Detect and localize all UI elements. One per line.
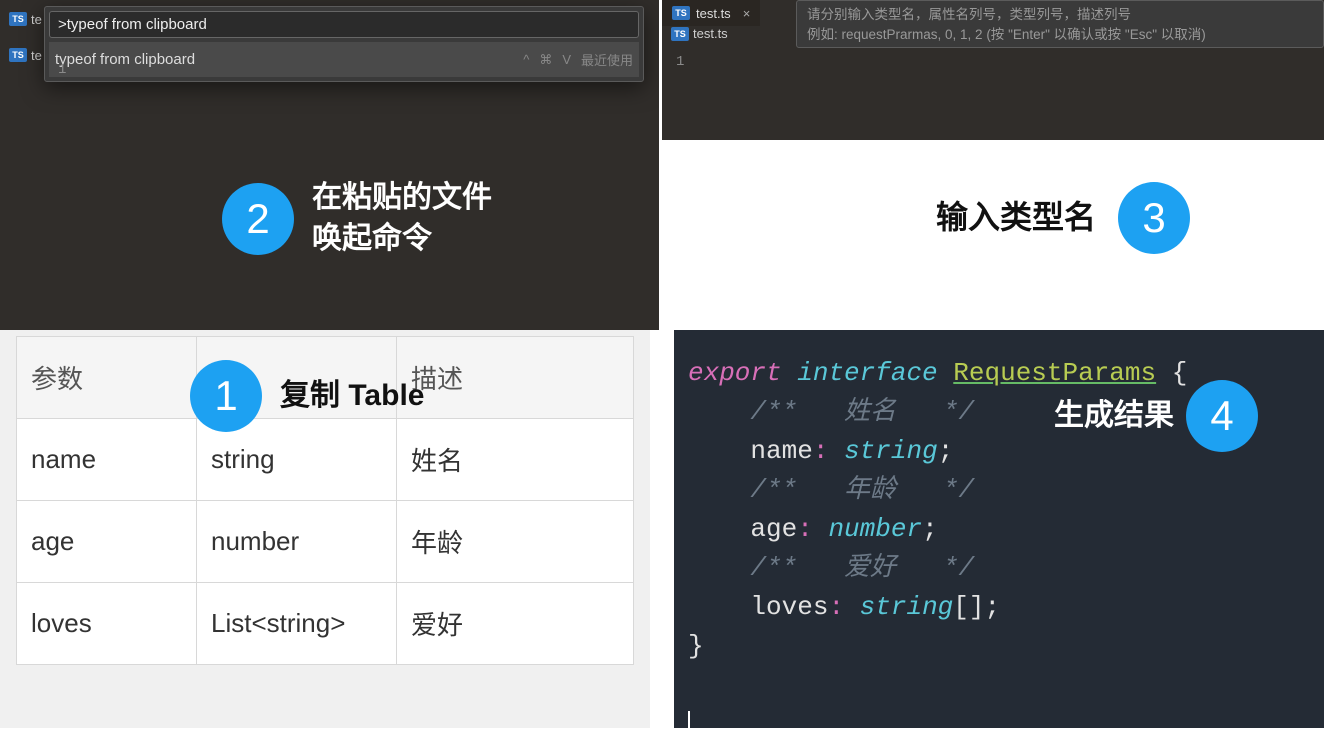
prop-type: string: [844, 436, 938, 466]
sidebar-file-2[interactable]: TS te: [9, 44, 42, 66]
kw-interface: interface: [797, 358, 937, 388]
cell-type: number: [197, 501, 397, 583]
table-row: loves List<string> 爱好: [17, 583, 634, 665]
comment: /** 姓名 */: [750, 397, 974, 427]
sidebar-file-2-label: te: [31, 48, 42, 63]
prop-type: number: [828, 514, 922, 544]
sidebar-file-1-label: te: [31, 12, 42, 27]
cmd-icon: ⌘: [539, 52, 552, 68]
command-palette: typeof from clipboard ^ ⌘ V 最近使用: [44, 6, 644, 82]
cell-param: name: [17, 419, 197, 501]
command-palette-trail: ^ ⌘ V 最近使用: [523, 50, 633, 69]
typescript-icon: TS: [9, 48, 27, 62]
palette-recent-label: 最近使用: [581, 50, 633, 69]
step-label: 输入类型名: [936, 196, 1096, 239]
sidebar-file[interactable]: TS test.ts: [671, 26, 728, 41]
step-label: 生成结果: [1054, 396, 1174, 437]
comment: /** 爱好 */: [750, 553, 974, 583]
prompt-placeholder: 请分别输入类型名，属性名列号，类型列号，描述列号: [807, 5, 1313, 25]
typescript-icon: TS: [672, 6, 690, 20]
cell-desc: 姓名: [397, 419, 634, 501]
sidebar-file-1[interactable]: TS te: [9, 8, 42, 30]
step-badge: 4: [1186, 380, 1258, 452]
th-desc: 描述: [397, 337, 634, 419]
prompt-hint: 例如: requestPrarmas, 0, 1, 2 (按 "Enter" 以…: [807, 25, 1313, 45]
cell-param: age: [17, 501, 197, 583]
colon: :: [797, 514, 813, 544]
line-number: 1: [58, 62, 66, 78]
input-prompt[interactable]: 请分别输入类型名，属性名列号，类型列号，描述列号 例如: requestPrar…: [796, 0, 1324, 48]
step-2: 2 在粘贴的文件唤起命令: [222, 178, 492, 259]
kw-export: export: [688, 358, 782, 388]
text-cursor: [688, 711, 690, 737]
prop-name: name: [750, 436, 812, 466]
panel-command-palette: TS te TS te typeof from clipboard ^ ⌘ V …: [0, 0, 662, 330]
colon: :: [813, 436, 829, 466]
brace-close: }: [688, 631, 704, 661]
cell-desc: 年龄: [397, 501, 634, 583]
editor-area: TS test.ts × TS test.ts 请分别输入类型名，属性名列号，类…: [662, 0, 1324, 140]
cell-param: loves: [17, 583, 197, 665]
semi: ;: [985, 592, 1001, 622]
typescript-icon: TS: [671, 27, 689, 41]
step-badge: 2: [222, 183, 294, 255]
panel-type-input: TS test.ts × TS test.ts 请分别输入类型名，属性名列号，类…: [662, 0, 1324, 330]
prop-name: loves: [750, 592, 828, 622]
sidebar-file-label: test.ts: [693, 26, 728, 41]
chevron-down-icon: V: [562, 52, 571, 67]
array-brackets: []: [953, 592, 984, 622]
step-label: 复制 Table: [280, 376, 424, 417]
tab-label: test.ts: [696, 6, 731, 21]
type-name: RequestParams: [953, 358, 1156, 388]
prop-name: age: [750, 514, 797, 544]
brace-open: {: [1172, 358, 1188, 388]
command-palette-item-label: typeof from clipboard: [55, 51, 195, 68]
table-row: age number 年龄: [17, 501, 634, 583]
close-icon[interactable]: ×: [743, 6, 751, 21]
step-4: 生成结果 4: [1186, 380, 1258, 452]
command-palette-input[interactable]: [49, 11, 639, 38]
prop-type: string: [860, 592, 954, 622]
caret-up-icon: ^: [523, 52, 529, 67]
semi: ;: [938, 436, 954, 466]
cell-type: List<string>: [197, 583, 397, 665]
step-badge: 1: [190, 360, 262, 432]
colon: :: [828, 592, 844, 622]
step-label: 在粘贴的文件唤起命令: [312, 178, 492, 259]
tab-test-ts[interactable]: TS test.ts ×: [662, 0, 760, 26]
cell-desc: 爱好: [397, 583, 634, 665]
typescript-icon: TS: [9, 12, 27, 26]
th-param: 参数: [17, 337, 197, 419]
step-badge: 3: [1118, 182, 1190, 254]
semi: ;: [922, 514, 938, 544]
command-palette-item[interactable]: typeof from clipboard ^ ⌘ V 最近使用: [49, 42, 639, 77]
line-number: 1: [662, 48, 702, 88]
step-1: 1 复制 Table: [190, 360, 424, 432]
comment: /** 年龄 */: [750, 475, 974, 505]
step-3: 输入类型名 3: [936, 182, 1190, 254]
